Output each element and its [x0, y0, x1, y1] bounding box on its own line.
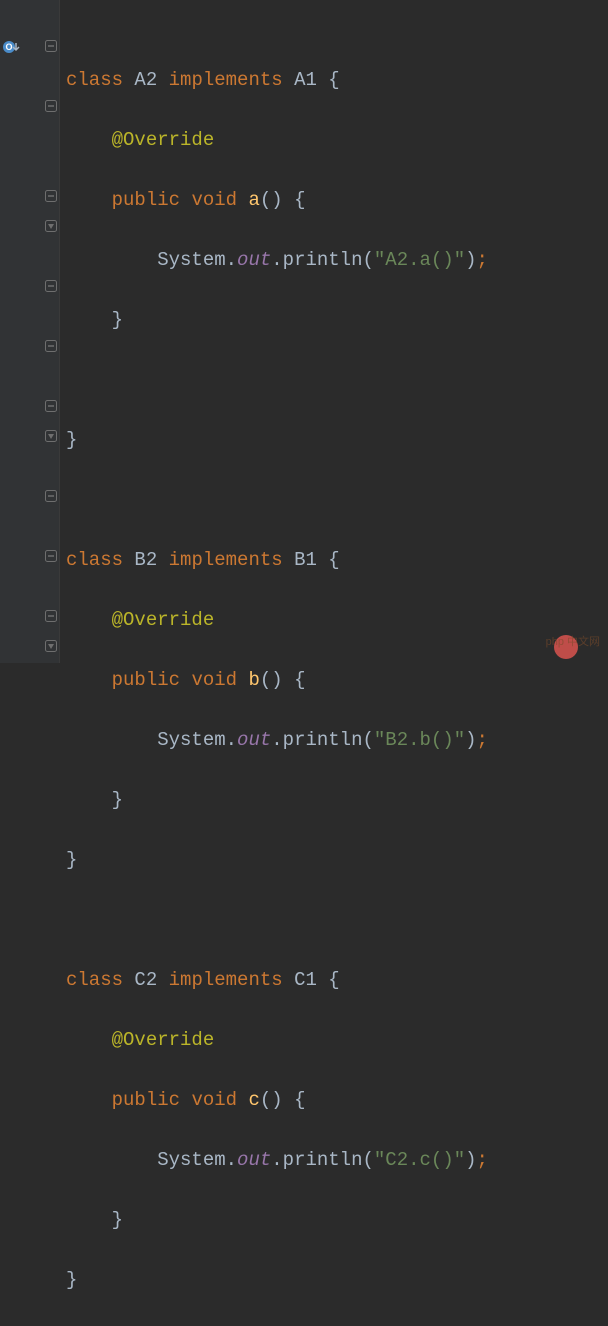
- fold-end-icon[interactable]: [45, 430, 57, 442]
- code-line: @Override: [66, 125, 608, 155]
- fold-toggle-icon[interactable]: [45, 100, 57, 112]
- override-marker-icon[interactable]: O: [2, 38, 20, 56]
- code-line: @Override: [66, 605, 608, 635]
- fold-end-icon[interactable]: [45, 190, 57, 202]
- code-line: }: [66, 1265, 608, 1295]
- svg-text:O: O: [5, 42, 12, 52]
- code-line: }: [66, 1205, 608, 1235]
- code-line: @Override: [66, 1025, 608, 1055]
- fold-end-icon[interactable]: [45, 220, 57, 232]
- code-line: class A2 implements A1 {: [66, 65, 608, 95]
- fold-end-icon[interactable]: [45, 400, 57, 412]
- fold-end-icon[interactable]: [45, 610, 57, 622]
- code-line: }: [66, 785, 608, 815]
- code-line: [66, 485, 608, 515]
- code-line: class C2 implements C1 {: [66, 965, 608, 995]
- code-line: public void b() {: [66, 665, 608, 695]
- fold-toggle-icon[interactable]: [45, 40, 57, 52]
- editor-gutter: O: [0, 0, 60, 663]
- code-line: class B2 implements B1 {: [66, 545, 608, 575]
- fold-toggle-icon[interactable]: [45, 280, 57, 292]
- code-line: }: [66, 305, 608, 335]
- code-line: [66, 905, 608, 935]
- fold-toggle-icon[interactable]: [45, 340, 57, 352]
- watermark-text: php 中文网: [546, 627, 600, 657]
- fold-column: [43, 0, 57, 663]
- code-line: System.out.println("A2.a()");: [66, 245, 608, 275]
- code-line: public void c() {: [66, 1085, 608, 1115]
- code-line: System.out.println("B2.b()");: [66, 725, 608, 755]
- fold-toggle-icon[interactable]: [45, 490, 57, 502]
- fold-toggle-icon[interactable]: [45, 550, 57, 562]
- code-line: }: [66, 845, 608, 875]
- code-line: }: [66, 425, 608, 455]
- fold-end-icon[interactable]: [45, 640, 57, 652]
- code-editor[interactable]: class A2 implements A1 { @Override publi…: [60, 0, 608, 663]
- code-line: public void a() {: [66, 185, 608, 215]
- code-line: System.out.println("C2.c()");: [66, 1145, 608, 1175]
- code-line: [66, 365, 608, 395]
